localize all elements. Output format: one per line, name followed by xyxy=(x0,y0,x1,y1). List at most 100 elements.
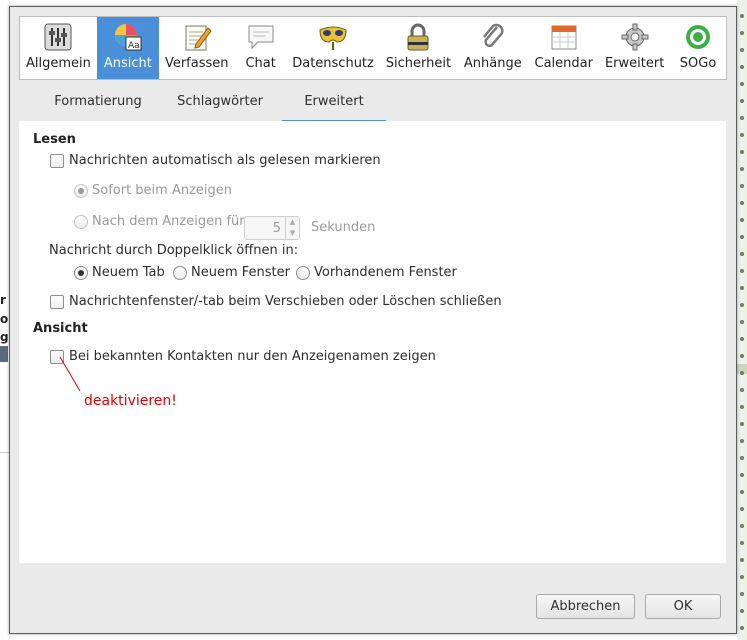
toolbar-item-calendar[interactable]: Calendar xyxy=(528,17,599,79)
preferences-dialog: Allgemein Aa Ansicht Verfassen Chat Date… xyxy=(9,6,737,634)
background-dot xyxy=(740,286,744,290)
toolbar-label: Allgemein xyxy=(26,56,91,71)
spin-down-icon[interactable]: ▼ xyxy=(285,228,299,239)
checkbox-label: Nachrichtenfenster/-tab beim Verschieben… xyxy=(69,294,502,309)
background-text-fragment: r xyxy=(0,293,6,307)
seconds-unit-label: Sekunden xyxy=(311,220,376,235)
background-dot xyxy=(740,133,744,137)
toolbar-item-sicherheit[interactable]: Sicherheit xyxy=(379,17,457,79)
seconds-value: 5 xyxy=(272,221,281,236)
seconds-spinbox[interactable]: 5 ▲ ▼ xyxy=(244,216,300,240)
svg-text:Aa: Aa xyxy=(128,41,140,51)
radio-label: Nach dem Anzeigen für xyxy=(92,214,245,229)
auto-mark-read-checkbox[interactable]: Nachrichten automatisch als gelesen mark… xyxy=(50,153,381,168)
background-dot xyxy=(740,507,744,511)
background-dot xyxy=(740,354,744,358)
toolbar-item-chat[interactable]: Chat xyxy=(235,17,287,79)
display-names-only-checkbox[interactable]: Bei bekannten Kontakten nur den Anzeigen… xyxy=(50,349,436,364)
toolbar-label: Datenschutz xyxy=(292,56,374,71)
background-dot xyxy=(740,626,744,630)
background-dot xyxy=(740,269,744,273)
radio-button[interactable] xyxy=(296,265,310,280)
sub-tab-bar: Formatierung Schlagwörter Erweitert xyxy=(19,87,727,123)
cancel-button[interactable]: Abbrechen xyxy=(536,594,635,619)
tab-erweitert[interactable]: Erweitert xyxy=(282,87,386,123)
background-dot xyxy=(740,218,744,222)
section-title-lesen: Lesen xyxy=(33,132,76,147)
checkbox-box[interactable] xyxy=(50,294,64,309)
background-dot xyxy=(740,116,744,120)
radio-button[interactable] xyxy=(173,265,187,280)
mask-icon xyxy=(317,21,349,53)
category-toolbar: Allgemein Aa Ansicht Verfassen Chat Date… xyxy=(19,16,727,80)
background-dot xyxy=(740,82,744,86)
radio-button[interactable] xyxy=(74,183,88,198)
padlock-icon xyxy=(402,21,434,53)
toolbar-label: Calendar xyxy=(534,56,593,71)
annotation-arrow xyxy=(59,356,81,392)
background-dot xyxy=(740,422,744,426)
background-dot xyxy=(740,303,744,307)
toolbar-item-allgemein[interactable]: Allgemein xyxy=(20,17,97,79)
close-on-move-checkbox[interactable]: Nachrichtenfenster/-tab beim Verschieben… xyxy=(50,294,502,309)
background-dot xyxy=(740,150,744,154)
ok-button[interactable]: OK xyxy=(645,594,721,619)
toolbar-item-ansicht[interactable]: Aa Ansicht xyxy=(96,17,159,79)
radio-button[interactable] xyxy=(74,265,88,280)
chat-bubble-icon xyxy=(245,21,277,53)
background-dot xyxy=(740,337,744,341)
background-text-fragment: o xyxy=(0,312,9,326)
toolbar-item-sogo[interactable]: SOGo xyxy=(670,17,726,79)
toolbar-label: Chat xyxy=(245,56,276,71)
background-dot xyxy=(740,439,744,443)
background-dot xyxy=(740,48,744,52)
paperclip-icon xyxy=(477,21,509,53)
background-dot xyxy=(740,456,744,460)
tab-formatierung[interactable]: Formatierung xyxy=(38,87,158,123)
radio-button[interactable] xyxy=(74,214,88,229)
color-font-icon: Aa xyxy=(112,21,144,53)
background-window-right xyxy=(737,0,747,640)
background-dot xyxy=(740,371,744,375)
background-dot xyxy=(740,524,744,528)
tab-schlagwoerter[interactable]: Schlagwörter xyxy=(160,87,280,123)
background-dot xyxy=(740,14,744,18)
background-dot xyxy=(740,167,744,171)
annotation-note: deaktivieren! xyxy=(84,393,177,409)
checkbox-label: Bei bekannten Kontakten nur den Anzeigen… xyxy=(69,349,436,364)
checkbox-label: Nachrichten automatisch als gelesen mark… xyxy=(69,153,381,168)
background-dot xyxy=(740,405,744,409)
checkbox-box[interactable] xyxy=(50,153,64,168)
settings-panel: Lesen Nachrichten automatisch als gelese… xyxy=(19,121,726,563)
background-dot xyxy=(740,252,744,256)
notepad-pencil-icon xyxy=(181,21,213,53)
background-dot xyxy=(740,592,744,596)
radio-label: Neuem Tab xyxy=(92,265,165,280)
background-dot xyxy=(740,31,744,35)
radio-neuem-fenster[interactable]: Neuem Fenster xyxy=(173,265,290,280)
background-dot xyxy=(740,65,744,69)
background-dot xyxy=(740,235,744,239)
background-dot xyxy=(740,575,744,579)
background-dot xyxy=(740,320,744,324)
gear-icon xyxy=(619,21,651,53)
toolbar-item-verfassen[interactable]: Verfassen xyxy=(159,17,235,79)
section-title-ansicht: Ansicht xyxy=(33,321,88,336)
radio-nach[interactable]: Nach dem Anzeigen für xyxy=(74,214,245,229)
radio-neuem-tab[interactable]: Neuem Tab xyxy=(74,265,165,280)
radio-sofort[interactable]: Sofort beim Anzeigen xyxy=(74,183,232,198)
background-dot xyxy=(740,490,744,494)
radio-vorhandenem-fenster[interactable]: Vorhandenem Fenster xyxy=(296,265,457,280)
toolbar-label: SOGo xyxy=(679,56,717,71)
background-selection-bar xyxy=(0,346,8,362)
toolbar-item-anhaenge[interactable]: Anhänge xyxy=(457,17,528,79)
background-text-fragment: g xyxy=(0,330,9,344)
spin-up-icon[interactable]: ▲ xyxy=(285,217,299,228)
toolbar-item-erweitert[interactable]: Erweitert xyxy=(599,17,670,79)
toolbar-label: Verfassen xyxy=(164,56,229,71)
toolbar-label: Erweitert xyxy=(604,56,665,71)
toolbar-label: Anhänge xyxy=(463,56,522,71)
sliders-icon xyxy=(42,21,74,53)
toolbar-item-datenschutz[interactable]: Datenschutz xyxy=(287,17,380,79)
doubleclick-label: Nachricht durch Doppelklick öffnen in: xyxy=(49,243,299,258)
